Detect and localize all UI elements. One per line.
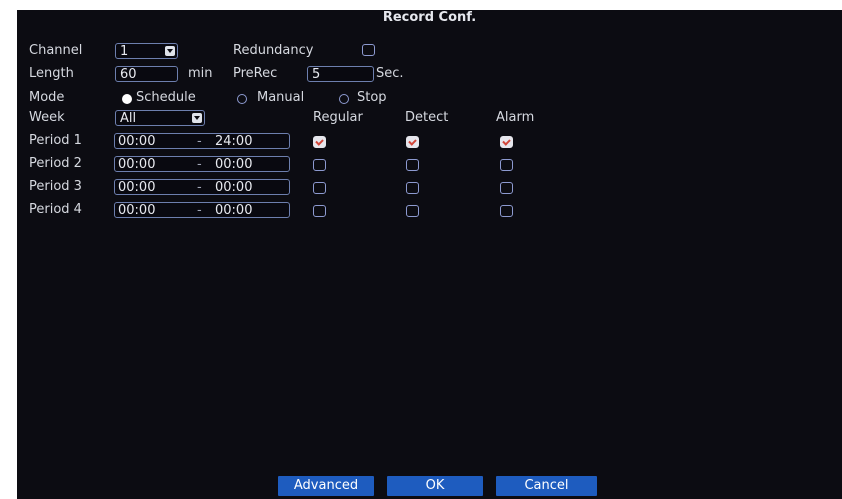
period-3-time-range[interactable]: 00:00 - 00:00 [114,179,290,195]
period-1-alarm-checkbox[interactable] [500,136,513,148]
period-2-alarm-checkbox[interactable] [500,159,513,171]
mode-manual-radio[interactable] [237,94,247,104]
period-1-label: Period 1 [29,133,82,148]
period-4-end[interactable]: 00:00 [215,203,252,219]
period-2-start[interactable]: 00:00 [118,157,155,173]
period-2-end[interactable]: 00:00 [215,157,252,173]
week-label: Week [29,110,65,125]
length-value: 60 [120,67,137,82]
period-4-alarm-checkbox[interactable] [500,205,513,217]
channel-select[interactable]: 1 [115,43,178,59]
prerec-input[interactable]: 5 [307,66,374,82]
period-4-time-range[interactable]: 00:00 - 00:00 [114,202,290,218]
period-1-time-range[interactable]: 00:00 - 24:00 [114,133,290,149]
period-4-regular-checkbox[interactable] [313,205,326,217]
period-1-detect-checkbox[interactable] [406,136,419,148]
period-3-start[interactable]: 00:00 [118,180,155,196]
period-3-regular-checkbox[interactable] [313,182,326,194]
period-1-start[interactable]: 00:00 [118,134,155,150]
period-3-alarm-checkbox[interactable] [500,182,513,194]
channel-label: Channel [29,43,83,58]
redundancy-checkbox[interactable] [362,44,375,56]
period-1-regular-checkbox[interactable] [313,136,326,148]
mode-stop-label[interactable]: Stop [357,89,387,107]
length-unit: min [188,66,213,81]
cancel-button[interactable]: Cancel [496,476,597,496]
period-2-detect-checkbox[interactable] [406,159,419,171]
period-3-label: Period 3 [29,179,82,194]
chevron-down-icon [165,46,175,56]
period-1-separator: - [197,134,202,149]
period-3-end[interactable]: 00:00 [215,180,252,196]
period-3-separator: - [197,180,202,195]
week-value: All [120,111,137,126]
prerec-value: 5 [312,67,321,82]
period-2-label: Period 2 [29,156,82,171]
mode-schedule-radio[interactable] [122,94,132,104]
period-2-separator: - [197,157,202,172]
mode-manual-label[interactable]: Manual [257,89,304,107]
mode-schedule-label[interactable]: Schedule [136,89,196,107]
period-4-detect-checkbox[interactable] [406,205,419,217]
length-label: Length [29,66,74,81]
prerec-unit: Sec. [376,66,404,81]
period-4-separator: - [197,203,202,218]
prerec-label: PreRec [233,66,278,81]
redundancy-label: Redundancy [233,43,314,58]
column-alarm-header: Alarm [496,110,535,125]
period-3-detect-checkbox[interactable] [406,182,419,194]
record-conf-window: Record Conf. Channel 1 Redundancy Length… [17,10,842,499]
period-2-regular-checkbox[interactable] [313,159,326,171]
advanced-button[interactable]: Advanced [278,476,374,496]
ok-button[interactable]: OK [387,476,483,496]
period-4-label: Period 4 [29,202,82,217]
channel-value: 1 [120,44,129,59]
column-detect-header: Detect [405,110,449,125]
period-1-end[interactable]: 24:00 [215,134,252,150]
mode-label: Mode [29,90,65,105]
column-regular-header: Regular [313,110,363,125]
chevron-down-icon [192,113,202,123]
length-input[interactable]: 60 [115,66,178,82]
week-select[interactable]: All [115,110,205,126]
period-2-time-range[interactable]: 00:00 - 00:00 [114,156,290,172]
period-4-start[interactable]: 00:00 [118,203,155,219]
mode-stop-radio[interactable] [339,94,349,104]
window-title: Record Conf. [382,10,477,25]
